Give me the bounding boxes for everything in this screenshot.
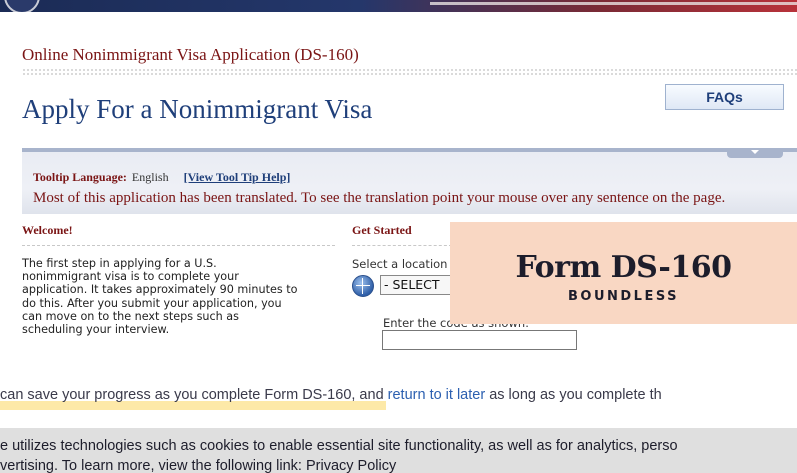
welcome-line: scheduling your interview. [22,323,170,337]
cookie-text-line2: vertising. To learn more, view the follo… [0,458,396,473]
caption-text: can save your progress as you complete F… [0,387,388,403]
top-banner [0,0,797,12]
tooltip-panel: Tooltip Language: English [View Tool Tip… [22,148,797,214]
captcha-input[interactable] [382,330,577,350]
view-tooltip-help-link[interactable]: [View Tool Tip Help] [184,170,291,184]
faqs-button[interactable]: FAQs [665,84,784,110]
tooltip-language-label: Tooltip Language: [33,170,127,184]
tooltip-language-row: Tooltip Language: English [View Tool Tip… [33,170,290,185]
cookie-banner: e utilizes technologies such as cookies … [0,428,797,473]
cookie-text-prefix: vertising. To learn more, view the follo… [0,458,306,473]
article-caption: can save your progress as you complete F… [0,387,797,411]
location-select[interactable]: - SELECT [380,275,454,295]
dotted-divider [22,68,797,76]
privacy-policy-link[interactable]: Privacy Policy [306,458,396,473]
globe-icon [352,275,374,297]
welcome-divider [22,245,335,246]
welcome-heading: Welcome! [22,223,73,237]
welcome-line: do this. After you submit your applicati… [22,296,282,310]
overlay-title: Form DS-160 [515,250,732,285]
welcome-line: nonimmigrant visa is to complete your [22,270,239,284]
overlay-brand: BOUNDLESS [568,289,679,304]
select-location-label: Select a location [352,257,448,271]
dropdown-arrow-icon[interactable] [727,148,783,158]
seal-icon [4,0,40,12]
welcome-line: application. It takes approximately 90 m… [22,283,298,297]
get-started-divider [352,245,452,246]
welcome-line: can move on to the next steps such as [22,309,239,323]
flag-stripe [430,2,797,5]
boundless-overlay-card: Form DS-160 BOUNDLESS [450,222,797,324]
welcome-line: The first step in applying for a U.S. [22,257,217,270]
page-title: Apply For a Nonimmigrant Visa [22,94,373,124]
get-started-heading: Get Started [352,223,412,237]
caption-text-end: as long as you complete th [485,387,662,403]
return-later-link[interactable]: return to it later [388,387,486,403]
cookie-text: e utilizes technologies such as cookies … [0,438,678,454]
tooltip-language-value[interactable]: English [132,170,169,184]
app-title: Online Nonimmigrant Visa Application (DS… [22,45,359,64]
welcome-text: The first step in applying for a U.S. no… [22,257,342,336]
translation-message: Most of this application has been transl… [33,190,726,206]
